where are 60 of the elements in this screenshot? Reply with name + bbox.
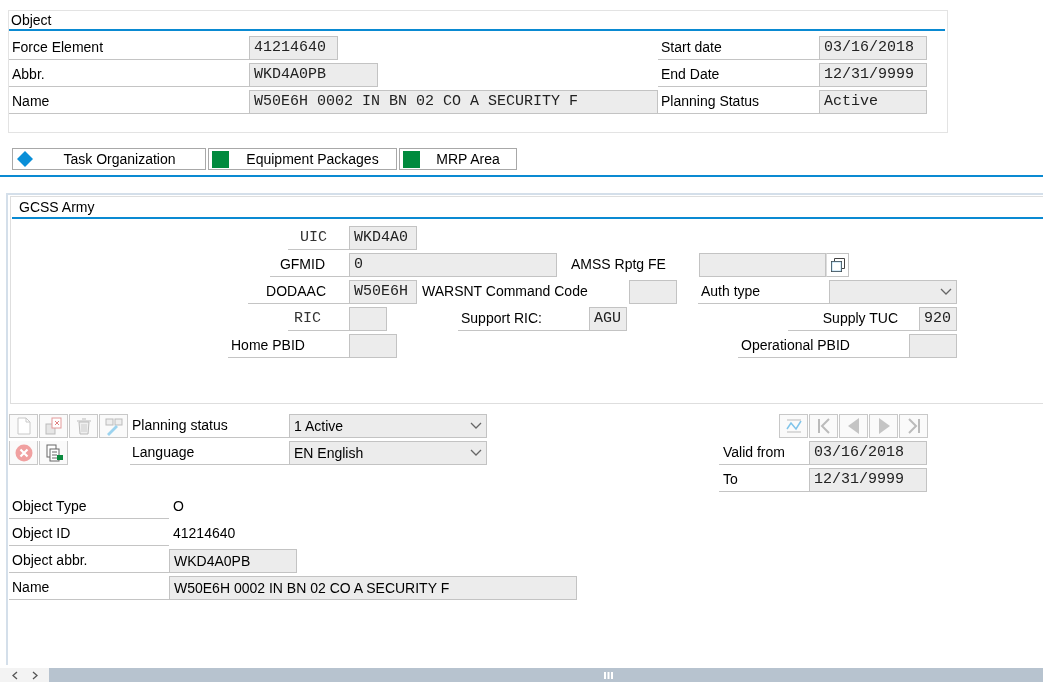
chevron-down-icon (470, 422, 482, 430)
tab[interactable]: Equipment Packages (208, 148, 397, 170)
input-field[interactable]: WKD4A0 (349, 226, 417, 250)
input-field[interactable]: 0 (349, 253, 557, 277)
chevron-down-icon (940, 288, 952, 296)
chart-button[interactable] (779, 414, 808, 438)
input-field[interactable] (349, 307, 387, 331)
input-field[interactable]: WKD4A0PB (169, 549, 297, 573)
field-value: 41214640 (172, 524, 237, 543)
input-field[interactable] (629, 280, 677, 304)
input-field[interactable] (909, 334, 957, 358)
pen-icon (103, 416, 124, 436)
edit-button[interactable] (99, 414, 128, 438)
documents-icon (43, 442, 64, 463)
scroll-right-button[interactable] (30, 669, 40, 681)
input-field[interactable]: 12/31/9999 (819, 63, 927, 87)
scrollbar-thumb[interactable] (49, 668, 1043, 682)
field-label: AMSS Rptg FE (570, 255, 667, 274)
value-help-button[interactable] (826, 253, 849, 277)
next-button[interactable] (869, 414, 898, 438)
field-label: Abbr. (9, 63, 249, 87)
input-field[interactable]: 41214640 (249, 36, 338, 60)
input-field[interactable]: 03/16/2018 (819, 36, 927, 60)
cancel-button[interactable] (9, 441, 38, 465)
field-label: Object ID (9, 522, 169, 546)
dropdown[interactable]: EN English (289, 441, 487, 465)
input-field[interactable]: AGU (589, 307, 627, 331)
documents-button[interactable] (39, 441, 68, 465)
input-field[interactable]: 920 (919, 307, 957, 331)
input-field[interactable]: WKD4A0PB (249, 63, 378, 87)
input-field[interactable]: W50E6H (349, 280, 417, 304)
field-label: Name (9, 90, 249, 114)
input-field[interactable]: W50E6H 0002 IN BN 02 CO A SECURITY F (249, 90, 658, 114)
scroll-left-button[interactable] (10, 669, 20, 681)
field-value: O (172, 497, 185, 516)
tab[interactable]: MRP Area (399, 148, 517, 170)
input-field[interactable]: 03/16/2018 (809, 441, 927, 465)
chevron-right-icon (32, 670, 38, 680)
tab[interactable]: Task Organization (12, 148, 206, 170)
section-title: Object (10, 11, 53, 29)
first-button[interactable] (809, 414, 838, 438)
grip-icon (604, 671, 613, 679)
field-label: WARSNT Command Code (421, 282, 589, 301)
section-title: GCSS Army (18, 198, 96, 217)
field-label: Object Type (9, 495, 169, 519)
input-field[interactable] (349, 334, 397, 358)
input-field[interactable] (699, 253, 826, 277)
overlapping-squares-icon (829, 257, 846, 273)
copy-icon (43, 416, 64, 436)
input-field[interactable]: Active (819, 90, 927, 114)
chevron-left-icon (12, 670, 18, 680)
chart-line-icon (783, 416, 804, 436)
input-field[interactable]: 12/31/9999 (809, 468, 927, 492)
cancel-icon (13, 442, 34, 463)
dropdown[interactable]: 1 Active (289, 414, 487, 438)
last-button[interactable] (899, 414, 928, 438)
input-field[interactable]: W50E6H 0002 IN BN 02 CO A SECURITY F (169, 576, 577, 600)
previous-button[interactable] (839, 414, 868, 438)
chevron-down-icon (470, 449, 482, 457)
field-label: Force Element (9, 36, 249, 60)
